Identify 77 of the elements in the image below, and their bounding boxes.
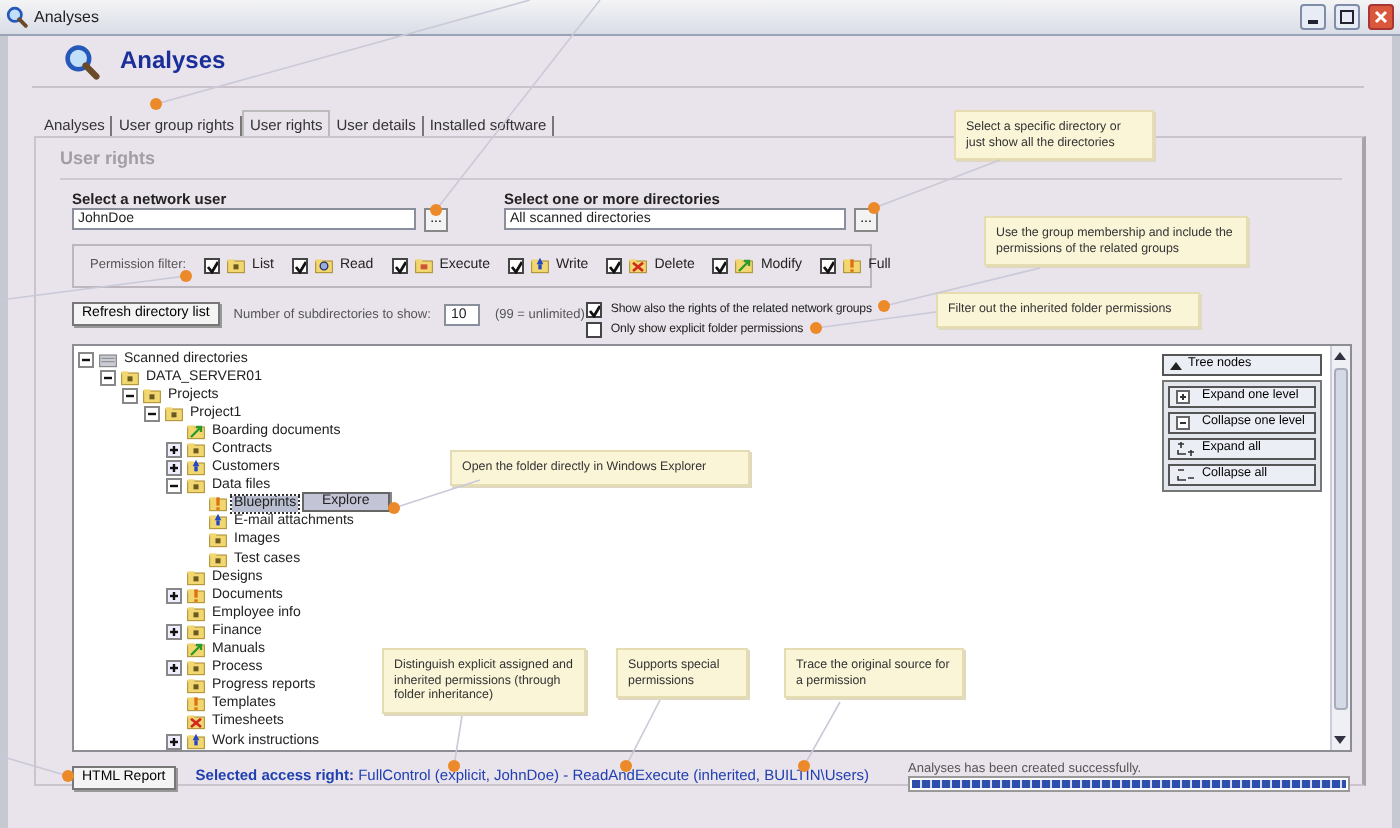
marker-dot (62, 770, 74, 782)
leader-line (803, 701, 841, 767)
marker-dot (878, 300, 890, 312)
marker-dot (620, 760, 632, 772)
checkbox[interactable] (606, 258, 623, 274)
marker-dot (810, 322, 822, 334)
checkbox[interactable] (586, 302, 603, 318)
expand-toggle[interactable] (166, 587, 182, 604)
folder-icon (142, 385, 162, 406)
scroll-down-icon (1332, 732, 1348, 748)
scrollbar[interactable] (1330, 346, 1350, 750)
minimize-button[interactable] (1300, 4, 1326, 30)
expand-toggle[interactable] (166, 623, 182, 640)
folder-icon (186, 567, 206, 588)
folder-icon (413, 256, 434, 276)
folder-icon (208, 530, 228, 551)
close-button[interactable] (1368, 4, 1394, 30)
collapse-toggle[interactable] (144, 405, 160, 422)
folder-arrow-icon (186, 421, 206, 442)
folder-cross-icon (186, 712, 206, 733)
section-title: User rights (60, 148, 156, 168)
checkbox[interactable] (712, 258, 729, 274)
folder-exclamation-icon (842, 256, 863, 276)
checkbox[interactable] (507, 258, 524, 274)
marker-dot (430, 204, 442, 216)
marker-dot (798, 760, 810, 772)
maximize-button[interactable] (1334, 4, 1360, 30)
close-icon (1374, 10, 1388, 24)
search-icon (64, 43, 100, 79)
checkbox[interactable] (391, 258, 408, 274)
leader-line (625, 699, 661, 767)
search-icon (6, 6, 28, 28)
marker-dot (150, 98, 162, 110)
window-title: Analyses (34, 7, 99, 27)
collapse-toggle[interactable] (122, 387, 138, 404)
expand-toggle[interactable] (166, 442, 182, 459)
minus-icon (1176, 416, 1196, 430)
drive-icon (98, 349, 118, 370)
folder-icon (186, 476, 206, 497)
expand-toggle[interactable] (166, 733, 182, 750)
checkbox[interactable] (204, 258, 221, 274)
folder-icon (164, 403, 184, 424)
folder-magnifier-icon (313, 256, 334, 276)
folder-exclamation-icon (208, 494, 228, 515)
folder-arrow-icon (186, 640, 206, 661)
collapse-toggle[interactable] (78, 351, 94, 368)
folder-icon (186, 603, 206, 624)
folder-exclamation-icon (186, 585, 206, 606)
expand-all-icon (1176, 442, 1196, 456)
collapse-all-icon (1176, 468, 1196, 482)
expand-toggle[interactable] (166, 660, 182, 677)
plus-icon (1176, 390, 1196, 404)
collapse-toggle[interactable] (166, 478, 182, 495)
folder-icon (186, 621, 206, 642)
marker-dot (868, 202, 880, 214)
folder-icon (186, 658, 206, 679)
marker-dot (180, 270, 192, 282)
folder-cross-icon (628, 256, 649, 276)
folder-icon (226, 256, 247, 276)
folder-icon (186, 440, 206, 461)
folder-icon (208, 549, 228, 570)
page-title: Analyses (120, 47, 226, 75)
maximize-icon (1340, 10, 1354, 24)
scroll-up-icon (1332, 348, 1348, 364)
folder-icon (120, 367, 140, 388)
collapse-toggle[interactable] (100, 369, 116, 386)
leader-line (393, 479, 481, 509)
folder-icon (186, 676, 206, 697)
folder-exclamation-icon (186, 694, 206, 715)
marker-dot (448, 760, 460, 772)
folder-arrow-icon (734, 256, 755, 276)
collapse-arrow-icon (1170, 360, 1182, 370)
expand-toggle[interactable] (166, 460, 182, 477)
checkbox[interactable] (586, 322, 603, 338)
checkbox[interactable] (291, 258, 308, 274)
marker-dot (388, 502, 400, 514)
checkbox[interactable] (820, 258, 837, 274)
